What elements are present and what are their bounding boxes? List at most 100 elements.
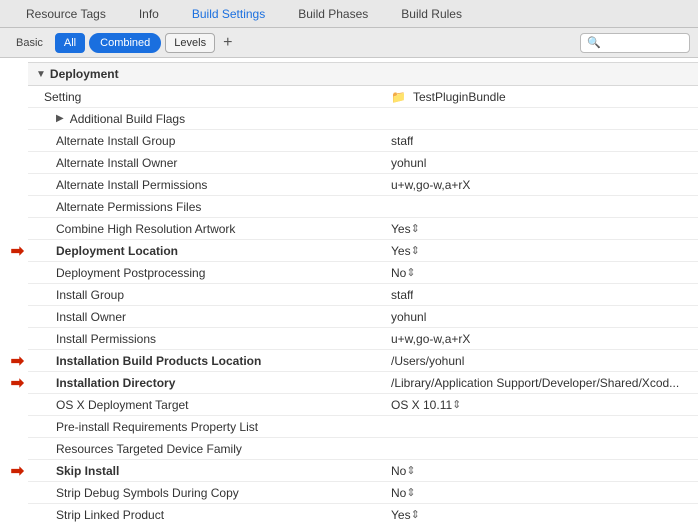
arrow-indicator: ➡ bbox=[0, 351, 28, 371]
table-row[interactable]: Strip Linked Product Yes ⇕ bbox=[28, 504, 698, 524]
setting-value-text: No bbox=[391, 464, 406, 478]
setting-value: /Users/yohunl bbox=[383, 354, 698, 368]
setting-col-header: Setting bbox=[28, 90, 383, 104]
setting-value: /Library/Application Support/Developer/S… bbox=[383, 376, 698, 390]
setting-label-text: Strip Debug Symbols During Copy bbox=[56, 486, 239, 500]
setting-label-text: Pre-install Requirements Property List bbox=[56, 420, 258, 434]
setting-value-text: No bbox=[391, 266, 406, 280]
search-icon: 🔍 bbox=[587, 36, 601, 49]
setting-label-text: Alternate Permissions Files bbox=[56, 200, 201, 214]
setting-value-text: Yes bbox=[391, 244, 411, 258]
stepper-icon[interactable]: ⇕ bbox=[411, 222, 420, 235]
setting-label: Install Group bbox=[28, 288, 383, 302]
table-row[interactable]: OS X Deployment Target OS X 10.11 ⇕ bbox=[28, 394, 698, 416]
setting-label-text: OS X Deployment Target bbox=[56, 398, 189, 412]
stepper-icon[interactable]: ⇕ bbox=[406, 266, 415, 279]
arrow-indicator: ➡ bbox=[0, 461, 28, 481]
setting-value-text: yohunl bbox=[391, 310, 426, 324]
table-row[interactable]: Install Group staff bbox=[28, 284, 698, 306]
arrow-icon: ➡ bbox=[11, 241, 24, 261]
stepper-icon[interactable]: ⇕ bbox=[406, 464, 415, 477]
setting-value: No ⇕ bbox=[383, 266, 698, 280]
table-row[interactable]: Alternate Install Permissions u+w,go-w,a+… bbox=[28, 174, 698, 196]
setting-value-text: /Library/Application Support/Developer/S… bbox=[391, 376, 679, 390]
stepper-icon[interactable]: ⇕ bbox=[452, 398, 461, 411]
tab-resource-tags[interactable]: Resource Tags bbox=[10, 0, 123, 28]
setting-value: OS X 10.11 ⇕ bbox=[383, 398, 698, 412]
setting-label: Installation Build Products Location bbox=[28, 354, 383, 368]
stepper-icon[interactable]: ⇕ bbox=[411, 244, 420, 257]
table-row[interactable]: Combine High Resolution Artwork Yes ⇕ bbox=[28, 218, 698, 240]
table-row[interactable]: ➡Installation Build Products Location/Us… bbox=[28, 350, 698, 372]
table-row[interactable]: Alternate Install Group staff bbox=[28, 130, 698, 152]
arrow-indicator: ➡ bbox=[0, 373, 28, 393]
toolbar: Basic All Combined Levels + 🔍 bbox=[0, 28, 698, 58]
folder-icon: 📁 bbox=[391, 90, 406, 104]
table-row[interactable]: ➡Deployment LocationYes ⇕ bbox=[28, 240, 698, 262]
setting-label: Install Permissions bbox=[28, 332, 383, 346]
content-inner: ▼ Deployment Setting 📁 TestPluginBundle … bbox=[0, 62, 698, 524]
tab-build-phases[interactable]: Build Phases bbox=[282, 0, 385, 28]
setting-label: Deployment Postprocessing bbox=[28, 266, 383, 280]
table-row[interactable]: Alternate Install Owneryohunl bbox=[28, 152, 698, 174]
setting-value: No ⇕ bbox=[383, 464, 698, 478]
setting-value: staff bbox=[383, 134, 698, 148]
tab-info[interactable]: Info bbox=[123, 0, 176, 28]
setting-label-text: Installation Build Products Location bbox=[56, 354, 261, 368]
arrow-icon: ➡ bbox=[11, 373, 24, 393]
setting-value: No ⇕ bbox=[383, 486, 698, 500]
basic-filter-button[interactable]: Basic bbox=[8, 33, 51, 53]
setting-label-text: Combine High Resolution Artwork bbox=[56, 222, 235, 236]
setting-label: Combine High Resolution Artwork bbox=[28, 222, 383, 236]
table-row[interactable]: Install Owner yohunl bbox=[28, 306, 698, 328]
section-collapse-icon: ▼ bbox=[36, 69, 46, 80]
all-filter-button[interactable]: All bbox=[55, 33, 85, 53]
setting-value-text: staff bbox=[391, 288, 413, 302]
table-row[interactable]: Alternate Permissions Files bbox=[28, 196, 698, 218]
add-setting-button[interactable]: + bbox=[219, 35, 236, 51]
setting-label: Pre-install Requirements Property List bbox=[28, 420, 383, 434]
setting-value-text: OS X 10.11 bbox=[391, 398, 452, 412]
setting-label-header-text: Setting bbox=[44, 90, 81, 104]
setting-label: Alternate Install Group bbox=[28, 134, 383, 148]
table-row[interactable]: ➡Installation Directory/Library/Applicat… bbox=[28, 372, 698, 394]
setting-label-text: Additional Build Flags bbox=[70, 112, 185, 126]
setting-label: Deployment Location bbox=[28, 244, 383, 258]
setting-label: Install Owner bbox=[28, 310, 383, 324]
table-row[interactable]: ➡Skip InstallNo ⇕ bbox=[28, 460, 698, 482]
setting-value-text: u+w,go-w,a+rX bbox=[391, 332, 470, 346]
setting-label-text: Alternate Install Permissions bbox=[56, 178, 207, 192]
setting-value: Yes ⇕ bbox=[383, 508, 698, 522]
table-row[interactable]: Deployment Postprocessing No ⇕ bbox=[28, 262, 698, 284]
setting-label-text: Deployment Postprocessing bbox=[56, 266, 205, 280]
table-row[interactable]: ▶Additional Build Flags bbox=[28, 108, 698, 130]
table-row[interactable]: Resources Targeted Device Family bbox=[28, 438, 698, 460]
setting-label-text: Install Permissions bbox=[56, 332, 156, 346]
setting-label: OS X Deployment Target bbox=[28, 398, 383, 412]
table-row[interactable]: Strip Debug Symbols During Copy No ⇕ bbox=[28, 482, 698, 504]
setting-label-text: Strip Linked Product bbox=[56, 508, 164, 522]
levels-filter-button[interactable]: Levels bbox=[165, 33, 215, 53]
search-input[interactable] bbox=[603, 37, 683, 49]
table-row[interactable]: Install Permissions u+w,go-w,a+rX bbox=[28, 328, 698, 350]
header-row: Setting 📁 TestPluginBundle bbox=[28, 86, 698, 108]
setting-label-text: Install Group bbox=[56, 288, 124, 302]
setting-value: u+w,go-w,a+rX bbox=[383, 332, 698, 346]
setting-value: u+w,go-w,a+rX bbox=[383, 178, 698, 192]
setting-label: Alternate Install Owner bbox=[28, 156, 383, 170]
tab-build-settings[interactable]: Build Settings bbox=[176, 0, 282, 28]
value-col-header: 📁 TestPluginBundle bbox=[383, 90, 698, 104]
combined-filter-button[interactable]: Combined bbox=[89, 33, 161, 53]
deployment-section-header[interactable]: ▼ Deployment bbox=[28, 62, 698, 86]
table-row[interactable]: Pre-install Requirements Property List bbox=[28, 416, 698, 438]
setting-value-text: u+w,go-w,a+rX bbox=[391, 178, 470, 192]
tab-build-rules[interactable]: Build Rules bbox=[385, 0, 479, 28]
stepper-icon[interactable]: ⇕ bbox=[411, 508, 420, 521]
tab-bar: Resource Tags Info Build Settings Build … bbox=[0, 0, 698, 28]
setting-value-text: Yes bbox=[391, 222, 411, 236]
stepper-icon[interactable]: ⇕ bbox=[406, 486, 415, 499]
setting-label: Resources Targeted Device Family bbox=[28, 442, 383, 456]
setting-value-text: staff bbox=[391, 134, 413, 148]
setting-value: Yes ⇕ bbox=[383, 244, 698, 258]
setting-label: ▶Additional Build Flags bbox=[28, 112, 383, 126]
